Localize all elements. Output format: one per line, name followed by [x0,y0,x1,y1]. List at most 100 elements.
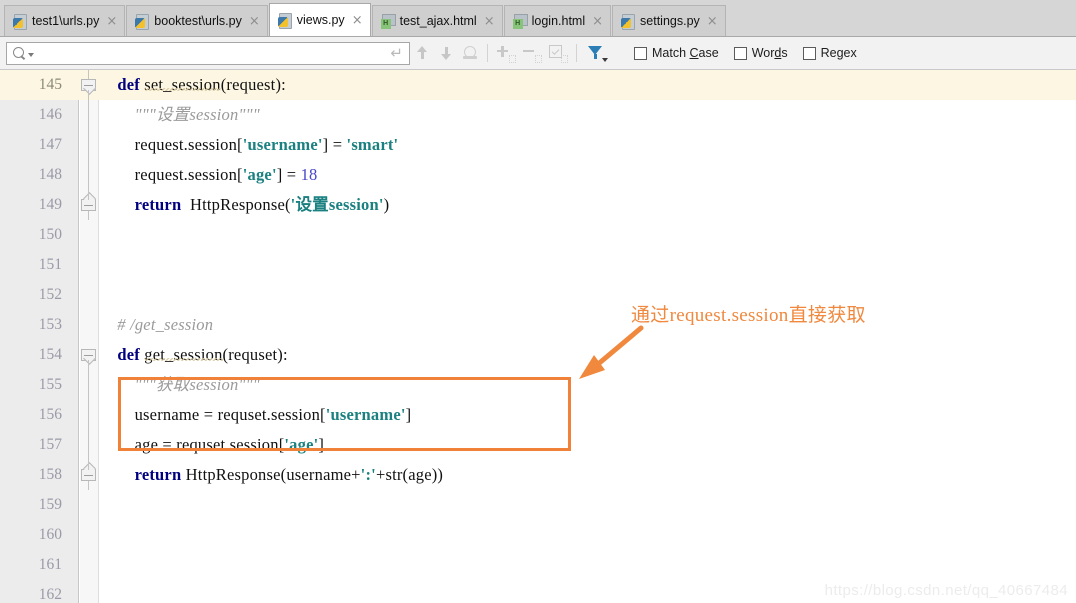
find-option-label: Regex [820,46,857,60]
code-line[interactable]: 145 def set_session(request): [0,70,1076,100]
fold-end-icon[interactable] [81,199,96,211]
code-line[interactable]: 149 return HttpResponse('设置session') [0,190,1076,220]
checkbox-icon[interactable] [733,46,747,60]
code-line[interactable]: 152 [0,280,1076,310]
code-token-str: 'age' [242,165,277,184]
code-text[interactable]: def get_session(requset): [100,340,288,370]
code-token-kw: return [134,195,182,214]
code-line[interactable]: 148 request.session['age'] = 18 [0,160,1076,190]
checkbox-icon[interactable] [634,46,647,60]
html-file-icon [512,13,528,29]
line-number: 146 [38,106,62,123]
remove-selection-button[interactable] [521,42,543,64]
find-option-regex[interactable]: Regex [802,46,857,60]
code-text[interactable]: # /get_session [100,310,213,340]
code-token-plain: ] [405,405,412,424]
add-selection-button[interactable] [495,42,517,64]
code-text[interactable]: return HttpResponse(username+':'+str(age… [100,460,443,490]
checkbox-icon[interactable] [802,46,816,60]
editor-tab-label: test_ajax.html [399,14,477,28]
code-text[interactable]: username = requset.session['username'] [100,400,412,430]
toolbar-divider-1 [487,44,488,62]
editor-tab-test_ajax-html[interactable]: test_ajax.html × [371,5,503,36]
editor-tab-settings-py[interactable]: settings.py × [612,5,726,36]
code-line[interactable]: 160 [0,520,1076,550]
code-token-cmt: """获取session""" [100,375,260,394]
prev-match-button[interactable] [410,40,434,66]
code-text[interactable]: """设置session""" [100,100,260,130]
find-toolbar: ↵ Match Case Words Regex [0,37,1076,70]
editor-tab-test1-urls-py[interactable]: test1\urls.py × [4,5,126,36]
python-file-icon [621,13,636,30]
editor-tab-label: test1\urls.py [32,14,100,28]
watermark: https://blog.csdn.net/qq_40667484 [824,582,1068,599]
line-number: 161 [38,556,62,573]
code-line[interactable]: 154 def get_session(requset): [0,340,1076,370]
close-icon[interactable]: × [590,15,603,28]
select-all-occurrences-button[interactable] [547,42,569,64]
python-file-icon [277,12,292,29]
line-number: 159 [38,496,62,513]
code-token-plain: (requset): [222,345,288,364]
select-all-occurrences-icon [561,55,568,63]
find-all-icon [463,46,477,60]
search-field-wrapper[interactable]: ↵ [6,41,410,65]
pycharm-editor-window: test1\urls.py × booktest\urls.py × views.py ×… [0,0,1076,603]
code-line[interactable]: 156 username = requset.session['username… [0,400,1076,430]
code-line[interactable]: 158 return HttpResponse(username+':'+str… [0,460,1076,490]
code-line[interactable]: 151 [0,250,1076,280]
code-token-str: 'username' [242,135,323,154]
close-icon[interactable]: × [705,15,718,28]
code-line[interactable]: 146 """设置session""" [0,100,1076,130]
code-text[interactable]: request.session['age'] = 18 [100,160,318,190]
close-icon[interactable]: × [482,15,495,28]
line-number: 145 [38,76,62,93]
code-line[interactable]: 157 age = requset.session['age'] [0,430,1076,460]
code-line[interactable]: 147 request.session['username'] = 'smart… [0,130,1076,160]
find-option-label: Match Case [652,46,719,60]
code-line[interactable]: 155 """获取session""" [0,370,1076,400]
code-text[interactable]: request.session['username'] = 'smart' [100,130,399,160]
close-icon[interactable]: × [247,15,260,28]
code-token-plain: request.session[ [100,165,243,184]
code-token-plain: HttpResponse(username+ [181,465,361,484]
close-icon[interactable]: × [350,14,363,27]
editor-tab-label: views.py [296,13,345,27]
code-token-plain: ) [383,195,390,214]
fold-connector-line [88,211,89,220]
next-match-button[interactable] [434,40,458,66]
code-editor[interactable]: 145 def set_session(request): 146 """设置se… [0,70,1076,603]
search-input[interactable] [34,45,391,61]
find-option-match-case[interactable]: Match Case [634,46,719,60]
editor-tab-bar: test1\urls.py × booktest\urls.py × views.py ×… [0,0,1076,37]
line-number: 156 [38,406,62,423]
code-token-plain: (request): [220,75,286,94]
find-option-words[interactable]: Words [733,46,788,60]
fold-end-icon[interactable] [81,469,96,481]
code-token-kw: def [117,345,140,364]
code-token-str: 'username' [325,405,406,424]
code-line[interactable]: 150 [0,220,1076,250]
editor-tab-login-html[interactable]: login.html × [503,5,612,36]
code-line[interactable]: 159 [0,490,1076,520]
line-number: 150 [38,226,62,243]
editor-tab-views-py[interactable]: views.py × [268,3,371,36]
search-icon[interactable] [13,46,26,60]
code-token-str: 'age' [284,435,319,454]
code-text[interactable]: return HttpResponse('设置session') [100,190,390,220]
code-token-kw: def [117,75,140,94]
editor-tab-label: booktest\urls.py [154,14,242,28]
toolbar-divider-2 [576,44,577,62]
line-number: 152 [38,286,62,303]
filter-button[interactable] [582,40,608,66]
code-line[interactable]: 161 [0,550,1076,580]
code-text[interactable]: def set_session(request): [100,70,286,100]
find-all-button[interactable] [458,40,482,66]
code-text[interactable]: age = requset.session['age'] [100,430,324,460]
editor-tab-booktest-urls-py[interactable]: booktest\urls.py × [126,5,268,36]
code-text[interactable]: """获取session""" [100,370,260,400]
fold-connector-line [88,481,89,490]
code-line[interactable]: 153 # /get_session [0,310,1076,340]
close-icon[interactable]: × [104,15,117,28]
